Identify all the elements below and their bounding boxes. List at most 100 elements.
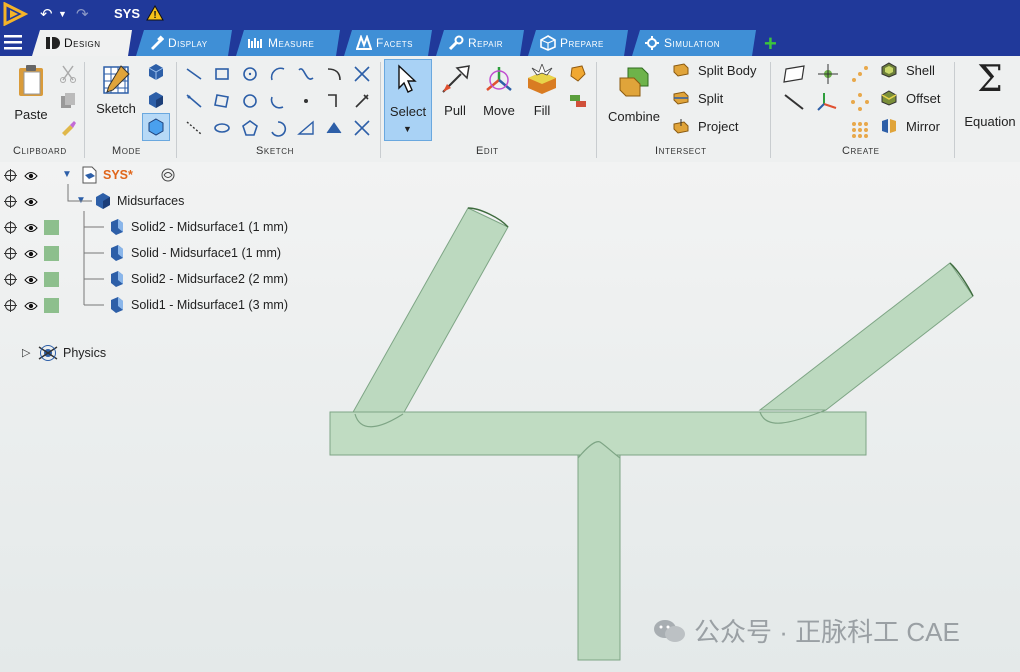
move-icon [486,67,512,91]
mirror-icon [882,119,896,133]
select-label: Select [389,104,427,119]
tweak-face-icon[interactable] [568,91,588,111]
move-label: Move [483,103,515,118]
pull-icon [442,65,470,93]
mirror-button[interactable]: Mirror [880,118,940,134]
corner-icon[interactable] [324,91,344,111]
origin-icon[interactable] [816,92,840,112]
construction-line-icon[interactable] [184,118,204,138]
undo-dropdown-icon[interactable]: ▼ [58,9,67,19]
tree-connectors [67,184,104,306]
ellipse-tool-icon[interactable] [240,91,260,111]
offset-curve-icon[interactable] [324,118,344,138]
offset-icon [881,90,897,106]
group-label-mode: Mode [112,145,141,157]
tree-row-physics[interactable]: ▷ Physics [0,342,320,364]
paste-icon [19,65,43,96]
physics-label: Physics [63,346,107,360]
bend-icon[interactable] [352,118,372,138]
menu-icon[interactable] [4,34,22,50]
group-label-create: Create [842,145,880,157]
tab-measure[interactable]: Measure [236,30,340,56]
pull-button[interactable]: Pull [438,64,472,118]
equation-button[interactable]: Σ Equation [960,59,1020,130]
axis-line-icon[interactable] [782,92,806,112]
tab-label: Display [168,36,208,50]
split-line-icon[interactable] [352,91,372,111]
group-label-clipboard: Clipboard [13,145,67,157]
app-logo-icon[interactable] [2,2,28,26]
split-button[interactable]: Split [672,90,723,106]
point-tool-icon[interactable] [296,91,316,111]
circular-pattern-icon[interactable] [850,92,870,112]
split-body-button[interactable]: Split Body [672,62,757,78]
watermark-text: 公众号 · 正脉科工 CAE [694,617,960,647]
undo-icon[interactable]: ↶ [40,5,53,23]
redo-icon[interactable]: ↷ [76,5,89,23]
tab-simulation[interactable]: Simulation [632,30,756,56]
face-curve-icon[interactable] [296,118,316,138]
wechat-icon [654,619,685,642]
tangent-line-icon[interactable] [184,91,204,111]
paste-label: Paste [14,107,48,122]
linear-pattern-icon[interactable] [850,64,870,84]
combine-button[interactable]: Combine [604,64,664,124]
shell-button[interactable]: Shell [880,62,935,78]
sweep-arc-icon[interactable] [268,91,288,111]
arc-tool-icon[interactable] [268,64,288,84]
vertical-pipe[interactable] [577,454,621,661]
sketch-grid-icon [103,65,130,94]
fill-pattern-icon[interactable] [850,120,870,140]
fill-button[interactable]: Fill [524,62,560,118]
physics-icon [38,345,58,361]
combine-label: Combine [607,109,661,124]
tab-prepare[interactable]: Prepare [528,30,628,56]
split-body-icon [673,63,689,77]
line-tool-icon[interactable] [184,64,204,84]
lightweight-icon[interactable] [160,167,176,183]
tab-design[interactable]: Design [32,30,132,56]
section-mode-icon[interactable] [146,62,166,82]
split-body-label: Split Body [698,62,757,78]
project-button[interactable]: Project [672,118,738,134]
expand-arrow-icon[interactable]: ▷ [22,346,30,359]
polygon-rect-icon[interactable] [212,91,232,111]
tab-facets[interactable]: Facets [344,30,432,56]
tab-display[interactable]: Display [136,30,232,56]
tab-label: Measure [268,36,315,50]
three-point-arc-icon[interactable] [268,118,288,138]
pointer-arrow-icon [398,64,417,93]
combine-icon [619,67,649,97]
equation-label: Equation [964,114,1016,129]
replace-face-icon[interactable] [568,64,588,84]
group-label-intersect: Intersect [655,145,707,157]
solid-mode-icon[interactable] [146,90,166,110]
axis-point-icon[interactable] [816,64,840,84]
circle-tool-icon[interactable] [240,64,260,84]
rectangle-tool-icon[interactable] [212,64,232,84]
select-tool-button[interactable]: Select ▼ [384,59,432,141]
add-tab-icon[interactable]: + [764,31,777,57]
polygon-tool-icon[interactable] [240,118,260,138]
select-dropdown-icon[interactable]: ▼ [403,124,412,134]
cut-icon[interactable] [58,64,78,84]
sigma-icon: Σ [977,59,1003,100]
move-button[interactable]: Move [480,64,518,118]
tab-repair[interactable]: Repair [436,30,524,56]
3d-mode-button[interactable] [142,113,170,141]
oval-tool-icon[interactable] [212,118,232,138]
project-label: Project [698,118,739,134]
offset-button[interactable]: Offset [880,90,940,106]
project-icon [673,119,689,134]
spline-tool-icon[interactable] [296,64,316,84]
tab-label: Simulation [664,36,720,50]
copy-icon[interactable] [58,91,78,111]
paste-button[interactable]: Paste [12,64,50,122]
group-label-sketch: Sketch [256,145,295,157]
trim-icon[interactable] [352,64,372,84]
warning-icon[interactable]: ! [146,5,164,21]
tangent-arc-icon[interactable] [324,64,344,84]
format-painter-icon[interactable] [58,118,78,138]
sketch-mode-button[interactable]: Sketch [94,64,138,116]
plane-icon[interactable] [782,64,806,84]
